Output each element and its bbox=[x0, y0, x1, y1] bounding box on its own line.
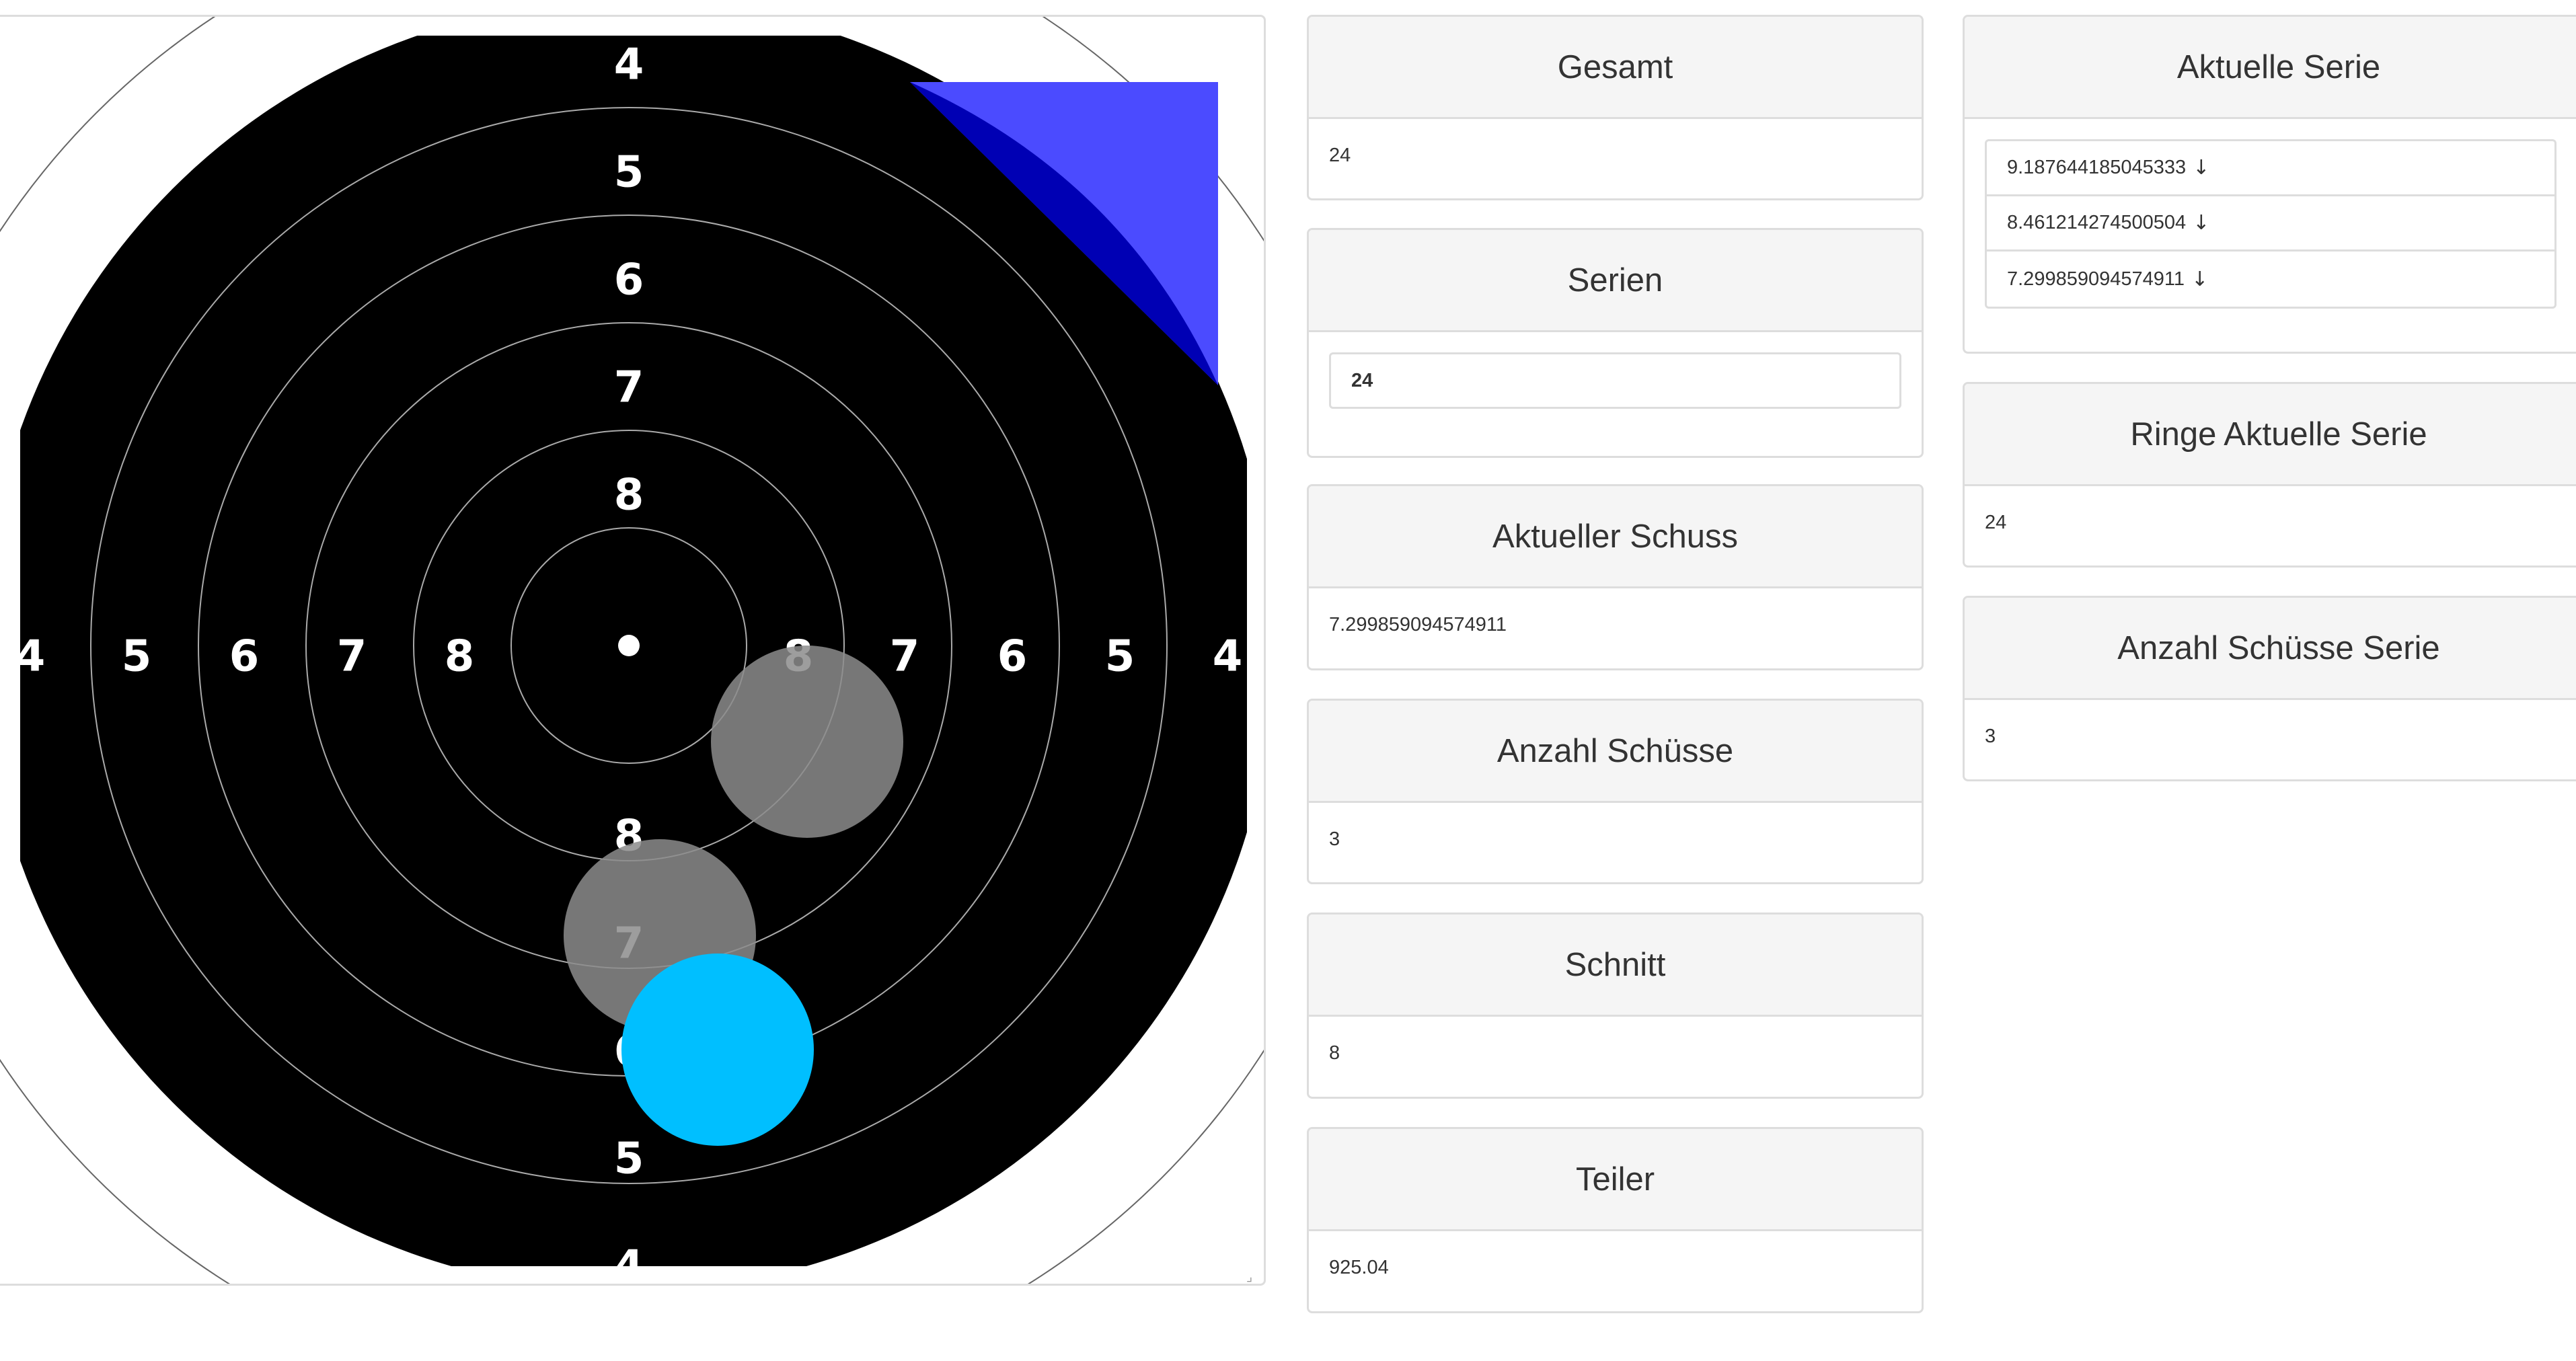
ring-label-top-5: 5 bbox=[614, 148, 644, 198]
ring-label-top-8: 8 bbox=[614, 471, 644, 520]
card-aktueller-schuss-title: Aktueller Schuss bbox=[1309, 486, 1922, 588]
ring-label-top-6: 6 bbox=[614, 256, 644, 305]
ring-label-right-7: 7 bbox=[890, 632, 920, 682]
shot-hole-current[interactable] bbox=[621, 954, 814, 1146]
serien-value-box[interactable]: 24 bbox=[1329, 352, 1901, 409]
card-teiler-value: 925.04 bbox=[1329, 1257, 1389, 1278]
card-teiler: Teiler 925.04 bbox=[1307, 1127, 1924, 1313]
card-aktueller-schuss: Aktueller Schuss 7.299859094574911 bbox=[1307, 484, 1924, 670]
card-ringe-aktuelle-serie-value: 24 bbox=[1985, 512, 2007, 533]
target-panel: 4 5 6 7 8 8 7 6 5 4 4 5 6 7 8 8 7 6 5 4 bbox=[0, 15, 1266, 1286]
card-aktueller-schuss-value: 7.299859094574911 bbox=[1329, 614, 1507, 635]
serie-shot-item[interactable]: 8.461214274500504 ↓ bbox=[1987, 196, 2554, 251]
ring-label-right-4: 4 bbox=[1213, 632, 1243, 682]
aktuelle-serie-list: 9.187644185045333 ↓ 8.461214274500504 ↓ … bbox=[1985, 139, 2556, 309]
card-serien: Serien 24 bbox=[1307, 228, 1924, 458]
ring-label-left-8: 8 bbox=[445, 632, 475, 682]
card-ringe-aktuelle-serie: Ringe Aktuelle Serie 24 bbox=[1963, 382, 2576, 568]
ring-label-top-7: 7 bbox=[614, 363, 644, 413]
ring-label-top-4: 4 bbox=[614, 40, 644, 90]
arrow-down-icon: ↓ bbox=[2193, 211, 2210, 235]
ring-label-left-6: 6 bbox=[229, 632, 260, 682]
card-aktuelle-serie: Aktuelle Serie 9.187644185045333 ↓ 8.461… bbox=[1963, 15, 2576, 354]
card-gesamt-value: 24 bbox=[1329, 145, 1351, 166]
card-schnitt: Schnitt 8 bbox=[1307, 912, 1924, 1099]
ring-label-left-4: 4 bbox=[15, 632, 46, 682]
ring-label-left-5: 5 bbox=[122, 632, 152, 682]
card-schnitt-title: Schnitt bbox=[1309, 915, 1922, 1017]
ring-label-right-5: 5 bbox=[1105, 632, 1135, 682]
serie-shot-item[interactable]: 7.299859094574911 ↓ bbox=[1987, 251, 2554, 307]
card-anzahl-schuesse-serie: Anzahl Schüsse Serie 3 bbox=[1963, 596, 2576, 781]
card-anzahl-schuesse-title: Anzahl Schüsse bbox=[1309, 701, 1922, 803]
card-anzahl-schuesse: Anzahl Schüsse 3 bbox=[1307, 699, 1924, 884]
card-anzahl-schuesse-serie-title: Anzahl Schüsse Serie bbox=[1965, 598, 2576, 700]
arrow-down-icon: ↓ bbox=[2193, 156, 2210, 180]
card-schnitt-value: 8 bbox=[1329, 1042, 1340, 1064]
serie-shot-item[interactable]: 9.187644185045333 ↓ bbox=[1987, 141, 2554, 196]
card-anzahl-schuesse-serie-value: 3 bbox=[1985, 726, 1996, 747]
ring-label-bottom-5: 5 bbox=[614, 1134, 644, 1184]
card-teiler-title: Teiler bbox=[1309, 1129, 1922, 1231]
ring-label-left-7: 7 bbox=[337, 632, 367, 682]
center-dot bbox=[618, 635, 640, 656]
card-gesamt-title: Gesamt bbox=[1309, 17, 1922, 119]
card-anzahl-schuesse-value: 3 bbox=[1329, 828, 1340, 850]
shooting-target[interactable]: 4 5 6 7 8 8 7 6 5 4 4 5 6 7 8 8 7 6 5 4 bbox=[0, 17, 1266, 1286]
shot-hole-1[interactable] bbox=[711, 646, 903, 838]
serie-shot-value: 8.461214274500504 bbox=[2007, 212, 2187, 233]
resize-handle-icon[interactable]: ⌟ bbox=[1246, 1268, 1252, 1284]
serie-shot-value: 7.299859094574911 bbox=[2007, 268, 2185, 290]
ring-label-bottom-4: 4 bbox=[614, 1242, 644, 1286]
serie-shot-value: 9.187644185045333 bbox=[2007, 157, 2187, 178]
card-serien-title: Serien bbox=[1309, 230, 1922, 332]
card-ringe-aktuelle-serie-title: Ringe Aktuelle Serie bbox=[1965, 384, 2576, 486]
ring-label-right-6: 6 bbox=[997, 632, 1028, 682]
card-aktuelle-serie-title: Aktuelle Serie bbox=[1965, 17, 2576, 119]
arrow-down-icon: ↓ bbox=[2191, 267, 2209, 291]
card-gesamt: Gesamt 24 bbox=[1307, 15, 1924, 200]
